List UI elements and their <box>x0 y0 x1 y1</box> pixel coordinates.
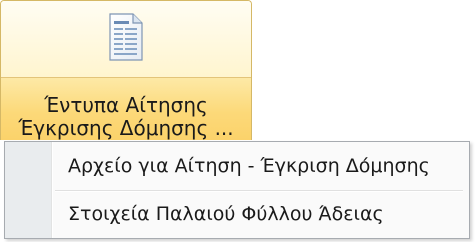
menu-item-building-permit-file[interactable]: Αρχείο για Αίτηση - Έγκριση Δόμησης <box>52 145 467 189</box>
menu-icon-gutter <box>5 142 53 238</box>
document-form-icon <box>109 13 143 61</box>
menu-item-label: Αρχείο για Αίτηση - Έγκριση Δόμησης <box>68 155 430 177</box>
menu-separator <box>55 190 463 192</box>
forms-button-label-line1: Έντυπα Αίτησης <box>44 93 208 117</box>
menu-item-old-permit-sheet[interactable]: Στοιχεία Παλαιού Φύλλου Άδειας <box>52 193 467 237</box>
forms-button-icon-area[interactable] <box>1 1 251 78</box>
ribbon-dropdown-stage: Έντυπα Αίτησης Έγκρισης Δόμησης ... Αρχε… <box>0 0 475 242</box>
menu-item-label: Στοιχεία Παλαιού Φύλλου Άδειας <box>68 203 384 225</box>
forms-button-label-line2: Έγκρισης Δόμησης ... <box>18 116 234 140</box>
forms-dropdown-menu: Αρχείο για Αίτηση - Έγκριση Δόμησης Στοι… <box>4 141 470 239</box>
